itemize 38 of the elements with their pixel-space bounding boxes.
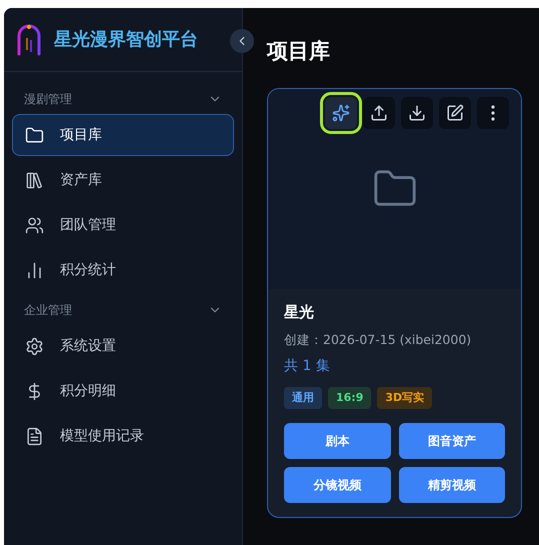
nav-item[interactable]: 资产库	[12, 159, 234, 201]
collapse-button[interactable]	[230, 29, 254, 53]
nav-item[interactable]: 模型使用记录	[12, 415, 234, 457]
episode-count: 共 1 集	[284, 356, 331, 376]
toolbar-button[interactable]	[401, 96, 433, 128]
action-button[interactable]: 剧本	[284, 423, 390, 460]
settings-icon	[25, 336, 44, 356]
document-icon	[25, 426, 44, 446]
nav-item[interactable]: 项目库	[12, 114, 234, 156]
books-icon	[25, 170, 44, 190]
sparkle-icon	[332, 104, 350, 122]
created-info: 创建：2026-07-15 (xibei2000)	[284, 331, 472, 349]
page-title: 项目库	[267, 38, 331, 65]
more-icon	[491, 104, 495, 120]
toolbar-button[interactable]	[363, 96, 395, 128]
upload-icon	[370, 104, 388, 122]
nav-item[interactable]: 积分统计	[12, 249, 234, 291]
project-name: 星光	[284, 302, 315, 322]
folder-icon	[25, 126, 44, 144]
action-button[interactable]: 精剪视频	[398, 467, 505, 504]
logo-icon	[16, 24, 42, 56]
tag: 通用	[284, 386, 322, 410]
nav-item[interactable]: 系统设置	[12, 325, 234, 367]
nav-item[interactable]: 积分明细	[12, 370, 234, 412]
section-label: 漫剧管理	[24, 91, 72, 108]
download-icon	[408, 104, 426, 122]
tag: 3D写实	[377, 386, 432, 410]
toolbar-button[interactable]	[325, 96, 357, 128]
tag: 16:9	[328, 386, 372, 410]
users-icon	[25, 216, 44, 234]
action-button[interactable]: 分镜视频	[284, 467, 390, 504]
nav-item[interactable]: 团队管理	[12, 204, 234, 246]
toolbar-button[interactable]	[439, 96, 471, 128]
edit-icon	[446, 104, 464, 122]
toolbar-button[interactable]	[477, 96, 509, 128]
action-button[interactable]: 图音资产	[398, 423, 505, 460]
section-label: 企业管理	[24, 302, 72, 319]
app-title: 星光漫界智创平台	[54, 28, 198, 52]
